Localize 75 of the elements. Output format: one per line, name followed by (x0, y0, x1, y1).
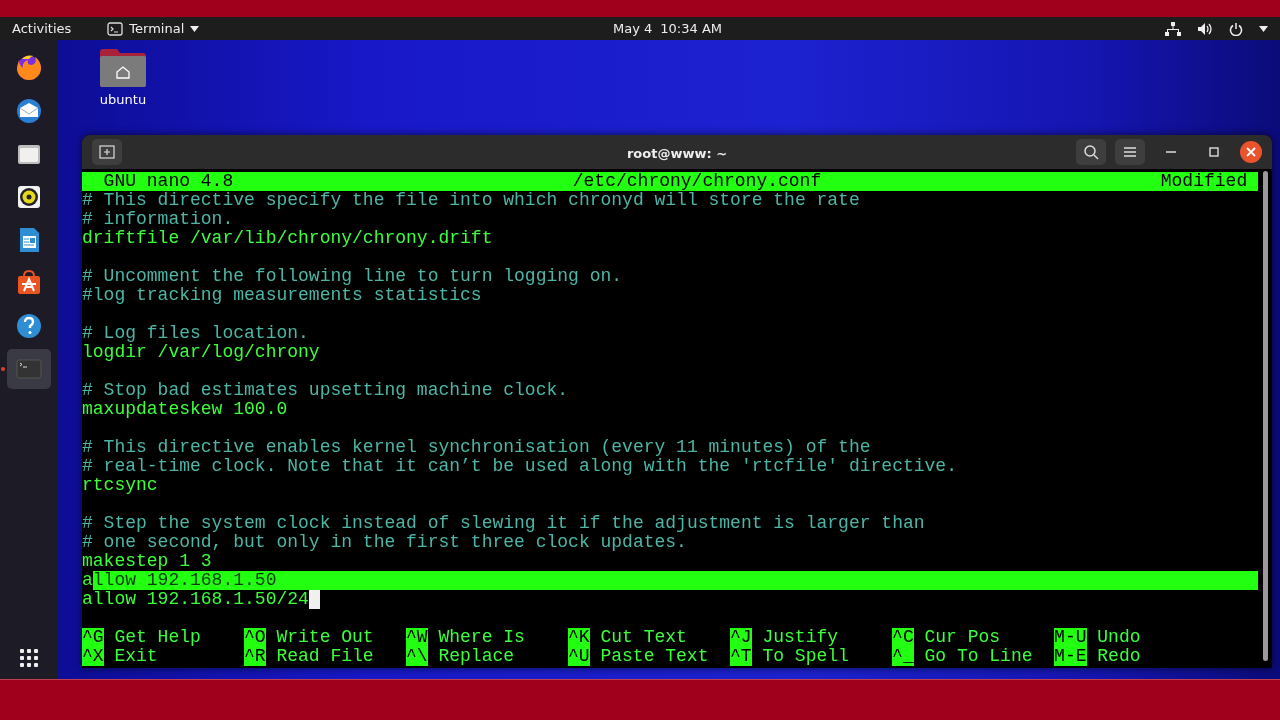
shortcut-key: ^K (568, 628, 590, 647)
mail-icon (14, 96, 44, 126)
code-line: # This directive specify the file into which chronyd will store the rate (82, 191, 861, 210)
network-icon[interactable] (1165, 21, 1181, 36)
power-icon[interactable] (1229, 21, 1243, 36)
shortcut-key: ^O (244, 628, 266, 647)
shortcut-key: ^W (406, 628, 428, 647)
shortcut-key: ^_ (892, 647, 914, 666)
activities-button[interactable]: Activities (12, 21, 72, 36)
code-line: # Uncomment the following line to turn logging on. (82, 267, 624, 286)
shortcut-key: M-U (1054, 628, 1087, 647)
browser-icon (14, 53, 44, 83)
code-line: #log tracking measurements statistics (82, 286, 483, 305)
search-icon (1083, 144, 1099, 160)
code-line: # information. (82, 210, 235, 229)
code-line: rtcsync (82, 476, 159, 495)
new-tab-button[interactable] (92, 139, 122, 165)
shortcut-key: ^\ (406, 647, 428, 666)
shortcut-key: ^G (82, 628, 104, 647)
shortcut-key: ^R (244, 647, 266, 666)
code-line: # Stop bad estimates upsetting machine clock. (82, 381, 570, 400)
shortcut-key: ^U (568, 647, 590, 666)
shortcut-label: Justify (762, 628, 839, 647)
running-indicator (1, 367, 5, 371)
help-icon (14, 311, 44, 341)
shortcut-label: Where Is (438, 628, 525, 647)
minimize-icon (1166, 151, 1176, 153)
volume-icon[interactable] (1197, 21, 1213, 36)
new-tab-icon (99, 145, 115, 159)
shortcut-key: ^C (892, 628, 914, 647)
code-line: driftfile /var/lib/chrony/chrony.drift (82, 229, 494, 248)
code-line: # one second, but only in the first three clock updates. (82, 533, 688, 552)
shortcut-label: Cur Pos (924, 628, 1001, 647)
menu-button[interactable] (1115, 139, 1145, 165)
code-line: # real-time clock. Note that it can’t be used along with the 'rtcfile' directive. (82, 457, 958, 476)
caret-icon (190, 25, 200, 32)
menu-icon (1123, 146, 1137, 158)
shortcut-label: Exit (114, 647, 158, 666)
shortcut-key: ^J (730, 628, 752, 647)
code-line: makestep 1 3 (82, 552, 213, 571)
file-name: /etc/chrony/chrony.conf (572, 172, 822, 191)
shortcut-label: Replace (438, 647, 515, 666)
shortcut-label: To Spell (762, 647, 849, 666)
shortcut-label: Paste Text (600, 647, 709, 666)
shortcut-label: Undo (1097, 628, 1141, 647)
apps-grid-icon[interactable] (20, 649, 38, 667)
maximize-icon (1209, 147, 1219, 157)
clock-date: May 4 (613, 21, 653, 36)
code-line: # Step the system clock instead of slewing it if the adjustment is larger than (82, 514, 926, 533)
search-button[interactable] (1076, 139, 1106, 165)
code-line: # Log files location. (82, 324, 310, 343)
shortcut-label: Read File (276, 647, 374, 666)
desktop-icon-label[interactable]: ubuntu (99, 92, 147, 107)
shortcut-label: Cut Text (600, 628, 687, 647)
shortcut-key: ^T (730, 647, 752, 666)
modified-status: Modified (1160, 172, 1248, 191)
code-line: # This directive enables kernel synchronisation (every 11 minutes) of the (82, 438, 872, 457)
shortcut-label: Write Out (276, 628, 374, 647)
close-icon (1246, 147, 1256, 157)
clock-time: 10:34 AM (660, 21, 722, 36)
app-menu[interactable]: Terminal (107, 21, 200, 36)
home-folder-icon[interactable] (98, 48, 148, 88)
scrollbar-thumb[interactable] (1262, 171, 1268, 661)
caret-icon[interactable] (1259, 25, 1268, 32)
shortcut-key: ^X (82, 647, 104, 666)
window-title: root@www: ~ (626, 145, 728, 161)
shortcut-label: Go To Line (924, 647, 1033, 666)
close-button[interactable] (1240, 141, 1262, 163)
terminal-icon (107, 21, 124, 36)
shortcut-label: Get Help (114, 628, 201, 647)
shortcut-key: M-E (1054, 647, 1087, 666)
shortcut-label: Redo (1097, 647, 1141, 666)
code-line: logdir /var/log/chrony (82, 343, 321, 362)
code-line: maxupdateskew 100.0 (82, 400, 289, 419)
editor-version: GNU nano 4.8 (103, 172, 234, 191)
